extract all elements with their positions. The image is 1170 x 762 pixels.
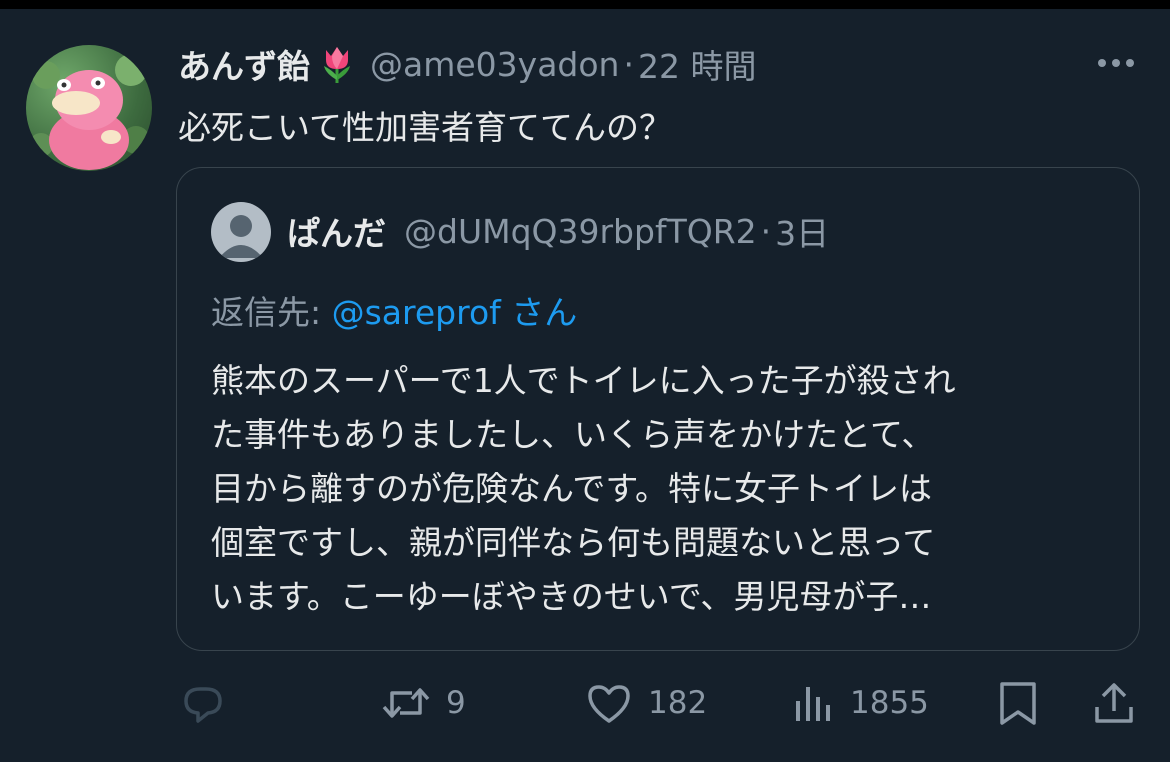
more-icon xyxy=(1098,59,1106,67)
quote-timestamp[interactable]: 3日 xyxy=(775,207,829,255)
avatar[interactable] xyxy=(26,45,152,171)
reply-icon xyxy=(184,687,222,723)
views-icon xyxy=(796,687,830,721)
quote-header: ぱんだ @dUMqQ39rbpfTQR2 · 3日 xyxy=(287,206,829,256)
display-name[interactable]: あんず飴 xyxy=(178,40,310,88)
quote-display-name[interactable]: ぱんだ xyxy=(287,207,386,255)
quote-user-handle[interactable]: @dUMqQ39rbpfTQR2 xyxy=(404,212,757,251)
reply-button[interactable] xyxy=(178,673,226,733)
quote-body-line: います。こーゆーぼやきのせいで、男児母が子… xyxy=(211,577,932,616)
views-count: 1855 xyxy=(850,685,929,721)
reply-to-label: 返信先: xyxy=(211,293,332,332)
views-button[interactable]: 1855 xyxy=(792,673,929,733)
tulip-emoji-icon xyxy=(318,44,356,84)
retweet-count: 9 xyxy=(446,685,466,721)
quote-body-line: た事件もありましたし、いくら声をかけたとて、 xyxy=(211,415,935,454)
quote-body-line: 目から離すのが危険なんです。特に女子トイレは xyxy=(211,469,933,508)
reply-to-suffix: さん xyxy=(500,293,578,332)
quoted-tweet[interactable]: ぱんだ @dUMqQ39rbpfTQR2 · 3日 返信先: @sareprof… xyxy=(176,167,1140,651)
user-handle[interactable]: @ame03yadon xyxy=(370,45,619,84)
share-icon xyxy=(1095,683,1133,723)
heart-icon xyxy=(588,685,630,723)
more-options-button[interactable] xyxy=(1090,47,1142,79)
retweet-button[interactable]: 9 xyxy=(380,673,466,733)
tweet: あんず飴 @ame03yadon · 22 時間 必死こいて性加害者育ててんの？ xyxy=(0,9,1170,762)
retweet-icon xyxy=(382,688,430,718)
quote-body: 熊本のスーパーで1人でトイレに入った子が殺され た事件もありましたし、いくら声を… xyxy=(211,354,1111,624)
default-avatar-icon[interactable] xyxy=(211,202,271,262)
separator-dot: · xyxy=(623,44,634,84)
more-icon-dot xyxy=(1126,59,1134,67)
timestamp[interactable]: 22 時間 xyxy=(638,40,756,88)
quote-body-line: 熊本のスーパーで1人でトイレに入った子が殺され xyxy=(211,361,956,400)
action-bar: 9 182 1855 xyxy=(0,673,1170,733)
share-button[interactable] xyxy=(1092,673,1136,733)
like-count: 182 xyxy=(648,685,708,721)
top-edge-bar xyxy=(0,0,1170,9)
quote-body-line: 個室ですし、親が同伴なら何も問題ないと思って xyxy=(211,523,936,562)
reply-to-mention[interactable]: @sareprof xyxy=(332,293,501,332)
bookmark-button[interactable] xyxy=(996,673,1040,733)
like-button[interactable]: 182 xyxy=(584,673,707,733)
tweet-header: あんず飴 @ame03yadon · 22 時間 xyxy=(178,39,756,89)
quote-separator-dot: · xyxy=(760,211,772,251)
bookmark-icon xyxy=(1000,682,1036,725)
more-icon-dot xyxy=(1112,59,1120,67)
reply-to-line: 返信先: @sareprof さん xyxy=(211,286,577,334)
avatar-image xyxy=(29,54,150,170)
tweet-text: 必死こいて性加害者育ててんの？ xyxy=(178,108,673,147)
